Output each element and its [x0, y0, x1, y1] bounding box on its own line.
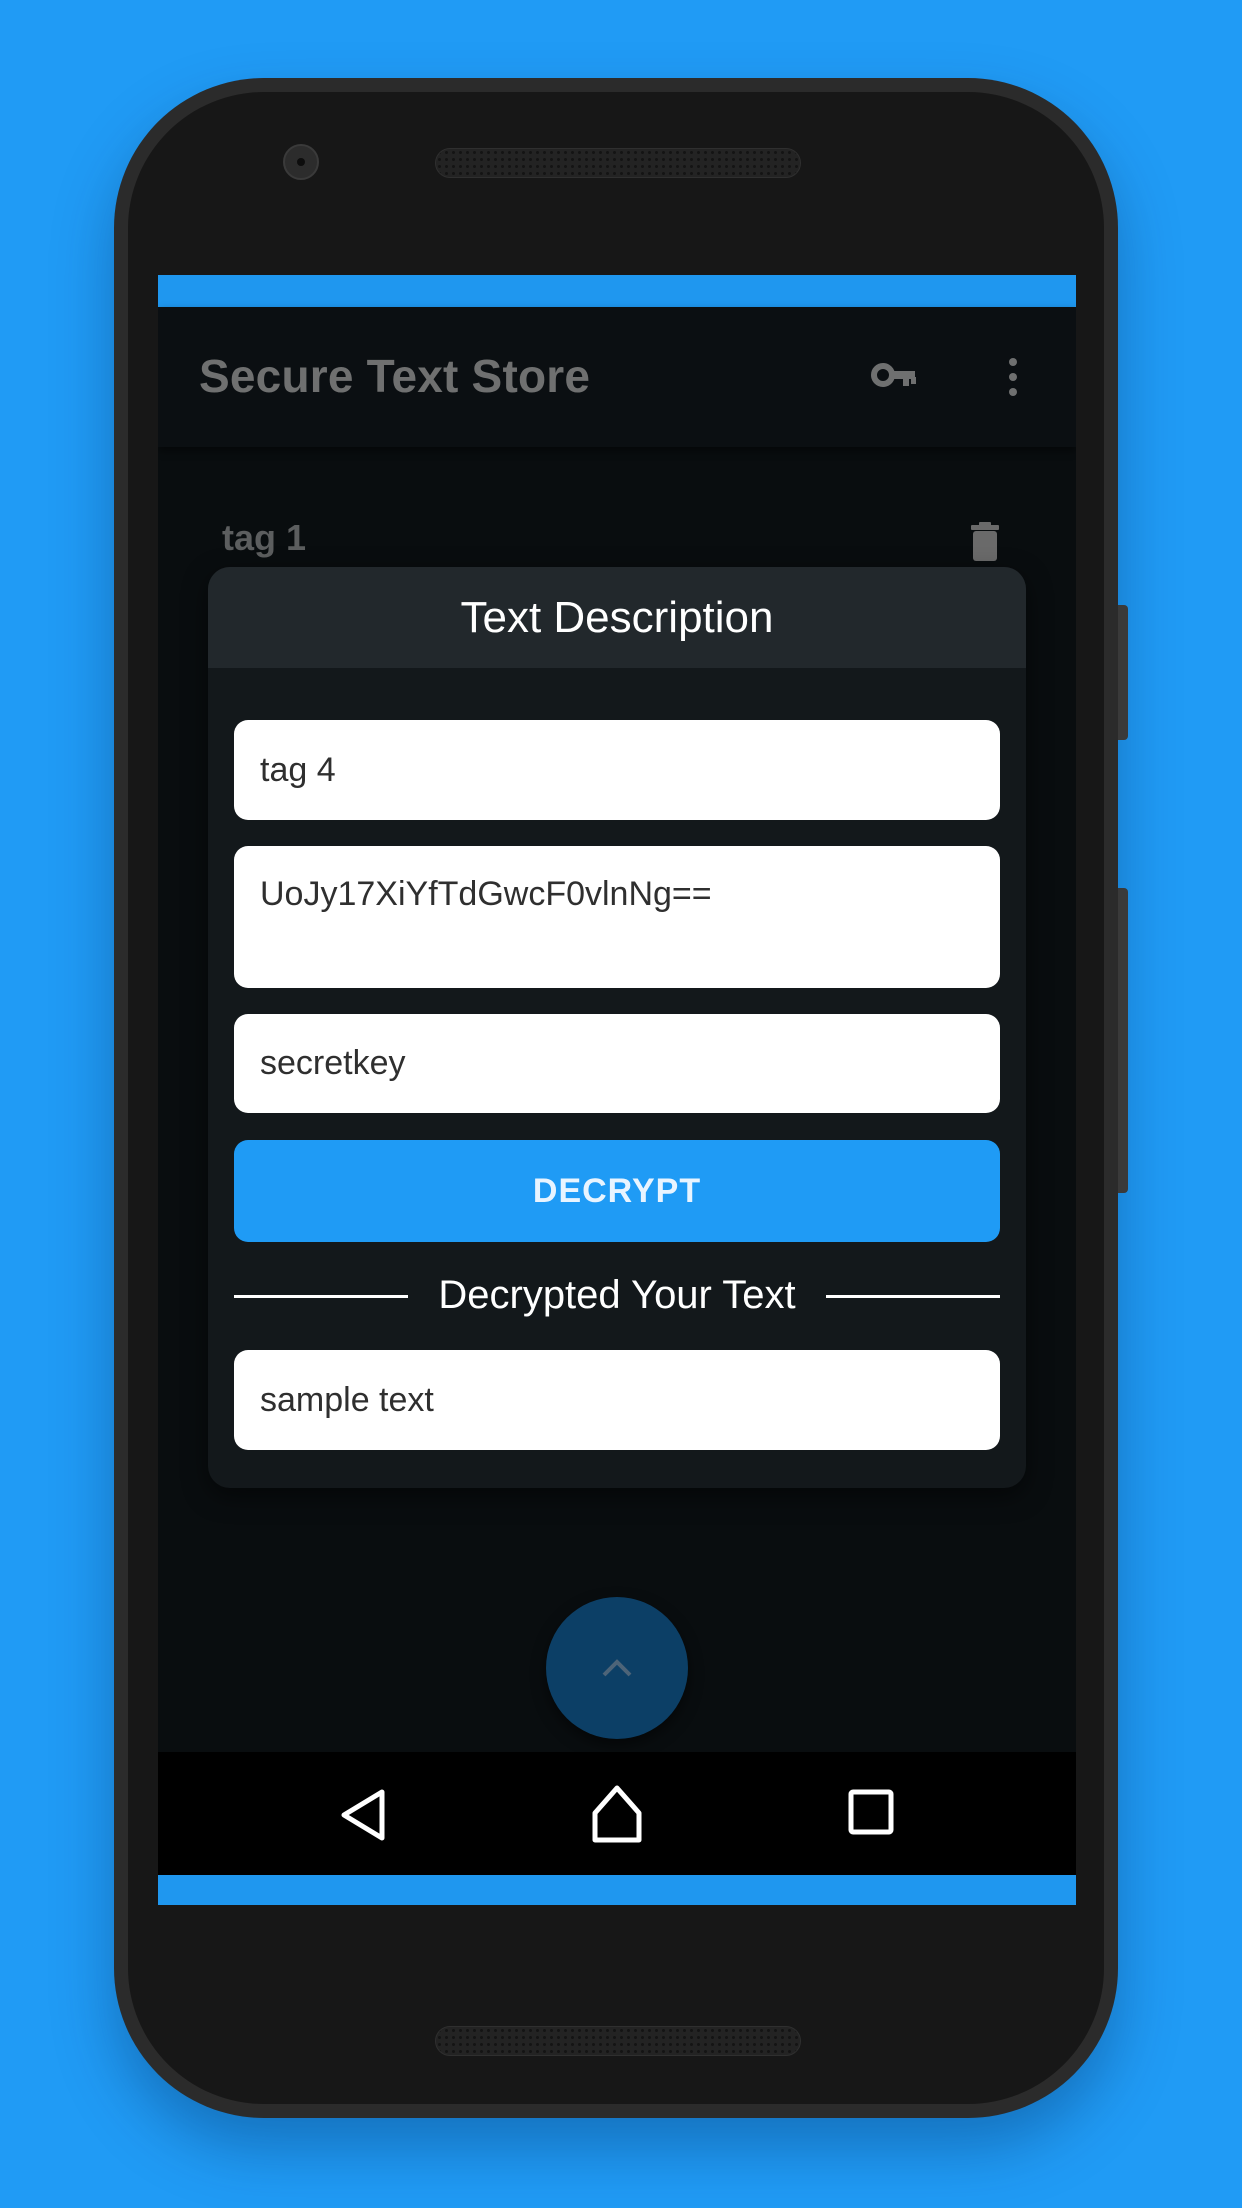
app-title: Secure Text Store: [199, 350, 591, 402]
device-screen: Secure Text Store tag 1 Text Description…: [158, 275, 1076, 1905]
encrypted-text-input[interactable]: UoJy17XiYfTdGwcF0vlnNg==: [234, 846, 1000, 988]
more-vert-icon[interactable]: [1001, 355, 1025, 399]
list-item-tag: tag 1: [222, 517, 307, 558]
tag-input[interactable]: [234, 720, 1000, 820]
recents-icon[interactable]: [838, 1780, 908, 1850]
home-icon[interactable]: [582, 1780, 652, 1850]
volume-button: [1118, 888, 1128, 1193]
app-bar: Secure Text Store: [158, 307, 1076, 447]
dialog-title: Text Description: [460, 592, 774, 642]
front-camera: [283, 144, 319, 180]
scroll-up-fab[interactable]: [546, 1597, 688, 1739]
decrypt-button[interactable]: DECRYPT: [234, 1140, 1000, 1242]
power-button: [1118, 605, 1128, 740]
bottom-speaker: [435, 2026, 801, 2056]
decrypted-section-divider: Decrypted Your Text: [234, 1267, 1000, 1327]
key-icon[interactable]: [871, 355, 919, 395]
divider-line-right: [826, 1295, 1000, 1298]
bottom-accent-bar: [158, 1875, 1076, 1905]
chevron-up-icon: [602, 1659, 632, 1677]
trash-icon[interactable]: [970, 522, 1000, 562]
back-icon[interactable]: [330, 1780, 400, 1850]
dialog-header: Text Description: [208, 567, 1026, 668]
decrypted-text-output[interactable]: [234, 1350, 1000, 1450]
status-bar: [158, 275, 1076, 307]
text-description-dialog: Text Description UoJy17XiYfTdGwcF0vlnNg=…: [208, 567, 1026, 1488]
system-nav-bar: [158, 1752, 1076, 1875]
secret-key-input[interactable]: [234, 1014, 1000, 1113]
top-speaker: [435, 148, 801, 178]
